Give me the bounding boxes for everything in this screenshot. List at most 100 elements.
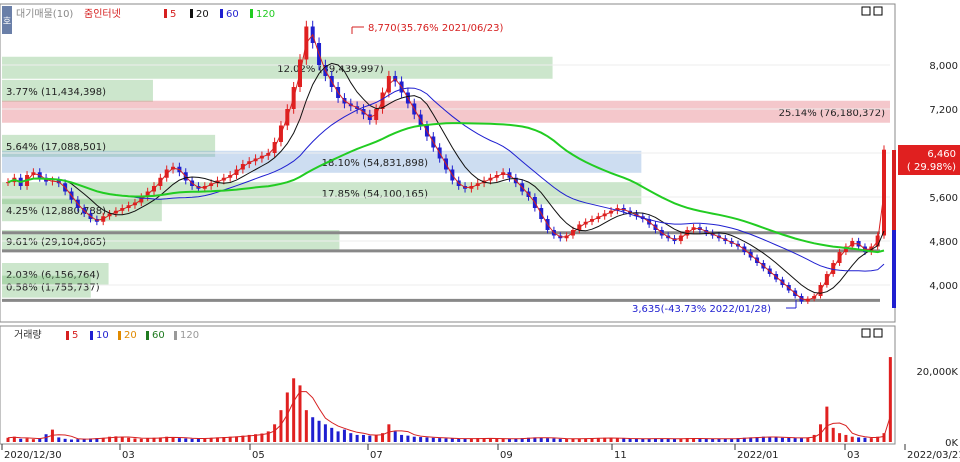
volume-bar xyxy=(76,439,80,442)
volume-bar xyxy=(565,438,569,442)
supply-band-label: 9.61% (29,104,865) xyxy=(6,237,106,248)
legend-price-title: 대기매물(10) xyxy=(16,8,73,20)
volume-bar xyxy=(406,435,410,442)
current-price: 6,460 xyxy=(927,149,956,160)
legend-vol-swatch xyxy=(66,331,69,340)
volume-bar xyxy=(412,436,416,442)
price-tick-label: 8,000 xyxy=(929,61,958,72)
legend-ma-label: 60 xyxy=(226,9,239,20)
volume-bar xyxy=(780,437,784,442)
volume-bar xyxy=(666,438,670,442)
volume-bar xyxy=(863,437,867,442)
price-range-bar-low xyxy=(892,230,896,308)
volume-bar xyxy=(552,438,556,442)
volume-bar xyxy=(69,439,73,442)
volume-bar xyxy=(273,424,277,442)
volume-bar xyxy=(349,433,353,442)
legend-vol-swatch xyxy=(174,331,177,340)
x-tick-label: 2020/12/30 xyxy=(4,450,62,461)
volume-bar xyxy=(120,437,124,442)
low-annotation: 3,635(-43.73% 2022/01/28) xyxy=(632,304,771,315)
legend-ma-swatch xyxy=(250,9,253,18)
volume-bar xyxy=(330,427,334,442)
volume-bar xyxy=(704,438,708,442)
volume-bar xyxy=(831,427,835,442)
volume-bar xyxy=(311,417,315,442)
volume-bar xyxy=(774,437,778,442)
volume-tick-label: 0K xyxy=(945,438,958,449)
legend-vol-swatch xyxy=(90,331,93,340)
volume-bar xyxy=(799,438,803,442)
close-icon[interactable] xyxy=(873,6,883,16)
supply-band-label: 0.58% (1,755,737) xyxy=(6,283,100,294)
price-tick-label: 4,000 xyxy=(929,281,958,292)
volume-bar xyxy=(177,438,181,442)
legend-vol-label: 10 xyxy=(96,330,109,341)
legend-vol-swatch xyxy=(146,331,149,340)
legend-vol-label: 20 xyxy=(124,330,137,341)
close-icon-volume[interactable] xyxy=(873,328,883,338)
volume-bar xyxy=(438,438,442,442)
volume-bar xyxy=(609,438,613,442)
current-change: ( 29.98%) xyxy=(907,162,956,173)
x-tick-label: 09 xyxy=(500,450,513,461)
x-tick-label: 2022/03/21 xyxy=(907,450,960,461)
volume-bar xyxy=(425,437,429,442)
volume-bar xyxy=(660,438,664,442)
volume-bar xyxy=(190,438,194,442)
volume-bar xyxy=(139,438,143,442)
volume-pane xyxy=(0,325,896,445)
x-tick-label: 11 xyxy=(614,450,627,461)
volume-bar xyxy=(444,438,448,442)
x-tick-label: 03 xyxy=(122,450,135,461)
x-tick-label: 2022/01 xyxy=(737,450,779,461)
date-axis: 2020/12/30 03 05 07 09 11 2022/01 03 2022/03/21 xyxy=(1,444,960,461)
volume-bar xyxy=(793,438,797,442)
volume-bar xyxy=(615,438,619,442)
volume-bar xyxy=(558,438,562,442)
volume-bar xyxy=(342,429,346,442)
volume-bar xyxy=(850,436,854,442)
volume-bar xyxy=(622,438,626,442)
volume-bar xyxy=(184,438,188,442)
volume-bar xyxy=(546,438,550,442)
volume-tick-label: 20,000K xyxy=(916,367,958,378)
legend-vol-swatch xyxy=(118,331,121,340)
volume-bar xyxy=(673,438,677,442)
side-button-icon: 호 xyxy=(3,16,11,27)
volume-bar xyxy=(787,437,791,442)
volume-bar xyxy=(431,437,435,442)
legend-ma-swatch xyxy=(220,9,223,18)
volume-bar xyxy=(711,438,715,442)
maximize-icon-volume[interactable] xyxy=(861,328,871,338)
legend-ma-label: 20 xyxy=(196,9,209,20)
volume-bar xyxy=(25,438,29,442)
legend-ma-label: 120 xyxy=(256,9,275,20)
high-annotation: 8,770(35.76% 2021/06/23) xyxy=(368,23,503,34)
volume-bar xyxy=(419,437,423,442)
volume-bar xyxy=(31,439,35,442)
volume-bar xyxy=(317,420,321,442)
volume-bar xyxy=(634,438,638,442)
maximize-icon[interactable] xyxy=(861,6,871,16)
volume-bar xyxy=(361,434,365,442)
volume-bar xyxy=(628,438,632,442)
volume-bar xyxy=(450,438,454,442)
legend-ma-swatch xyxy=(164,9,167,18)
legend-vol-label: 120 xyxy=(180,330,199,341)
legend-volume-title: 거래량 xyxy=(14,329,42,341)
volume-bar xyxy=(127,437,131,442)
volume-bar xyxy=(838,433,842,442)
supply-band xyxy=(2,100,890,123)
legend-ma-label: 5 xyxy=(170,9,176,20)
price-tick-label: 7,200 xyxy=(929,105,958,116)
price-tick-label: 4,800 xyxy=(929,237,958,248)
volume-bar xyxy=(869,438,873,442)
supply-band-label: 18.10% (54,831,898) xyxy=(322,158,428,169)
volume-bar xyxy=(539,437,543,442)
legend-ma-swatch xyxy=(190,9,193,18)
legend-vol-label: 5 xyxy=(72,330,78,341)
legend-vol-label: 60 xyxy=(152,330,165,341)
volume-bar xyxy=(844,434,848,442)
volume-bar xyxy=(387,424,391,442)
